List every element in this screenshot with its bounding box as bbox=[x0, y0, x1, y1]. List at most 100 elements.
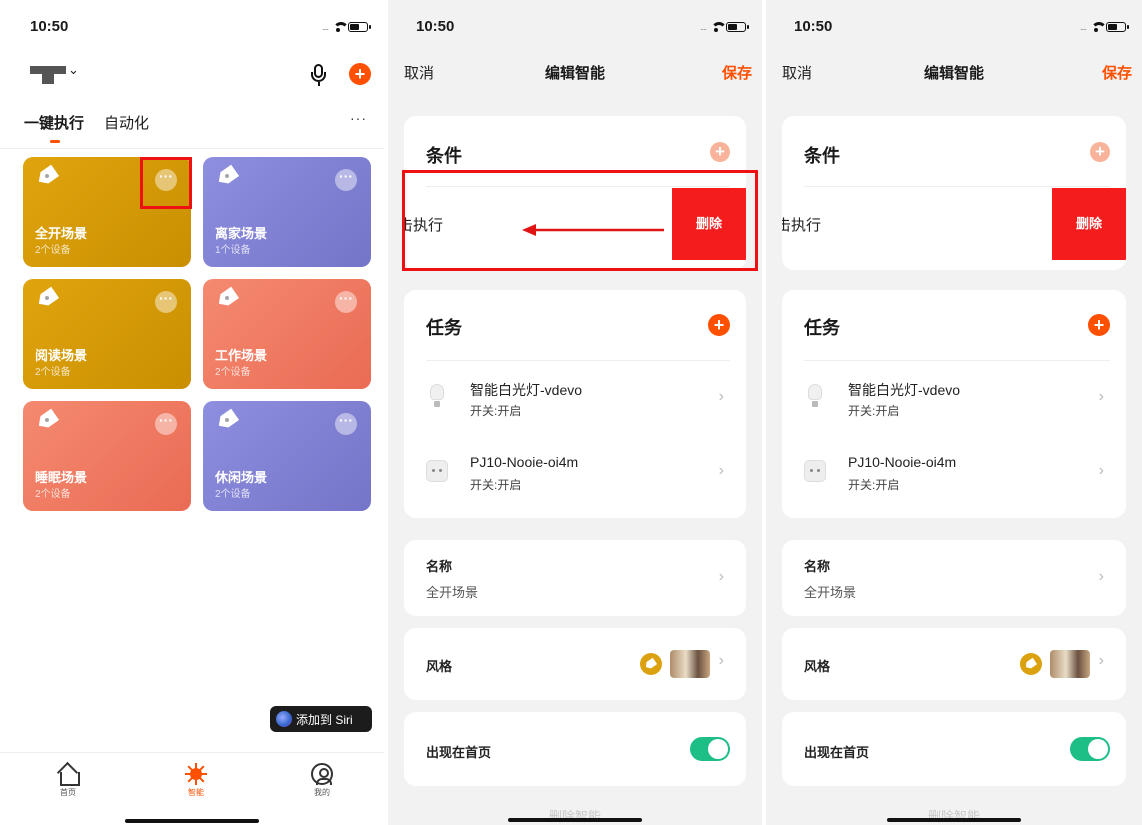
status-time: 10:50 bbox=[30, 18, 69, 35]
wifi-icon bbox=[710, 22, 727, 32]
more-icon[interactable]: ··· bbox=[335, 291, 357, 313]
delete-button[interactable]: 删除 bbox=[1052, 188, 1126, 260]
task-row[interactable]: 智能白光灯-vdevo 开关:开启 › bbox=[782, 362, 1126, 436]
show-on-home-row: 出现在首页 bbox=[782, 712, 1126, 786]
tag-icon bbox=[1020, 653, 1042, 675]
edit-smart-screen: 10:50 .... 取消 编辑智能 保存 条件 + 击执行 删除 任务 + 智… bbox=[766, 0, 1142, 825]
chevron-down-icon: ⌄ bbox=[68, 62, 79, 77]
save-button[interactable]: 保存 bbox=[1102, 62, 1132, 83]
tabbar-item-home[interactable]: 首页 bbox=[48, 763, 88, 798]
wifi-icon bbox=[332, 22, 349, 32]
divider bbox=[804, 360, 1110, 361]
tabbar-item-profile[interactable]: 我的 bbox=[302, 763, 342, 798]
save-button[interactable]: 保存 bbox=[722, 62, 752, 83]
tab-one-tap[interactable]: 一键执行 bbox=[24, 112, 84, 143]
wifi-icon bbox=[1090, 22, 1107, 32]
add-task-button[interactable]: + bbox=[708, 314, 730, 336]
scene-tabs: 一键执行 自动化 bbox=[24, 112, 149, 143]
name-label: 名称 bbox=[426, 559, 453, 574]
task-row[interactable]: PJ10-Nooie-oi4m 开关:开启 › bbox=[782, 436, 1126, 510]
scene-device-count: 2个设备 bbox=[35, 367, 71, 378]
task-device-name: PJ10-Nooie-oi4m bbox=[470, 454, 579, 470]
plug-icon bbox=[804, 460, 826, 482]
delete-smart-button[interactable]: 删除智能 bbox=[766, 806, 1142, 825]
name-label: 名称 bbox=[804, 559, 831, 574]
style-thumbnail bbox=[670, 650, 710, 678]
scene-device-count: 2个设备 bbox=[35, 489, 71, 500]
scene-name: 全开场景 bbox=[35, 226, 88, 241]
scene-device-count: 2个设备 bbox=[215, 367, 251, 378]
add-condition-button[interactable]: + bbox=[1090, 142, 1110, 162]
home-indicator bbox=[125, 819, 259, 823]
scene-name: 工作场景 bbox=[215, 348, 268, 363]
siri-label: 添加到 Siri bbox=[296, 712, 353, 727]
status-bar: 10:50 .... bbox=[0, 18, 384, 40]
style-row[interactable]: 风格 › bbox=[404, 628, 746, 700]
mic-icon[interactable] bbox=[306, 62, 332, 88]
tasks-title: 任务 bbox=[426, 318, 462, 338]
edit-smart-screen: 10:50 .... 取消 编辑智能 保存 条件 + 击执行 删除 任务 + 智… bbox=[388, 0, 762, 825]
style-label: 风格 bbox=[426, 659, 453, 674]
nav-bar: 取消 编辑智能 保存 bbox=[766, 62, 1142, 86]
status-time: 10:50 bbox=[416, 18, 455, 35]
scene-name: 阅读场景 bbox=[35, 348, 88, 363]
highlight-box bbox=[140, 157, 192, 209]
smart-list-screen: 10:50 .... ⌄ + 一键执行 自动化 ··· ··· 全开场景 2个设… bbox=[0, 0, 384, 825]
task-action: 开关:开启 bbox=[470, 404, 522, 418]
task-row[interactable]: PJ10-Nooie-oi4m 开关:开启 › bbox=[404, 436, 746, 510]
show-on-home-toggle[interactable] bbox=[1070, 737, 1110, 761]
bulb-icon bbox=[426, 384, 448, 410]
tabbar-label: 首页 bbox=[60, 788, 76, 797]
style-label: 风格 bbox=[804, 659, 831, 674]
add-condition-button[interactable]: + bbox=[710, 142, 730, 162]
tab-bar: 首页 智能 我的 bbox=[0, 752, 384, 825]
condition-row[interactable]: 击执行 删除 bbox=[782, 188, 1126, 260]
task-device-name: PJ10-Nooie-oi4m bbox=[848, 454, 957, 470]
smart-icon bbox=[185, 763, 207, 785]
tasks-card: 任务 + 智能白光灯-vdevo 开关:开启 › PJ10-Nooie-oi4m… bbox=[404, 290, 746, 518]
battery-icon bbox=[726, 22, 749, 32]
tabbar-item-smart[interactable]: 智能 bbox=[176, 763, 216, 798]
scene-card[interactable]: ··· 阅读场景 2个设备 bbox=[23, 279, 191, 389]
home-selector[interactable]: ⌄ bbox=[30, 62, 82, 88]
conditions-title: 条件 bbox=[804, 146, 840, 166]
chevron-right-icon: › bbox=[718, 388, 724, 405]
battery-icon bbox=[348, 22, 371, 32]
scene-card[interactable]: ··· 离家场景 1个设备 bbox=[203, 157, 371, 267]
task-action: 开关:开启 bbox=[848, 404, 900, 418]
show-on-home-label: 出现在首页 bbox=[426, 745, 492, 760]
style-row[interactable]: 风格 › bbox=[782, 628, 1126, 700]
highlight-box bbox=[402, 170, 758, 271]
more-icon[interactable]: ··· bbox=[335, 169, 357, 191]
task-device-name: 智能白光灯-vdevo bbox=[470, 382, 583, 398]
add-to-siri-button[interactable]: 添加到 Siri bbox=[270, 706, 372, 732]
scene-card[interactable]: ··· 工作场景 2个设备 bbox=[203, 279, 371, 389]
tab-automation[interactable]: 自动化 bbox=[104, 112, 149, 133]
task-device-name: 智能白光灯-vdevo bbox=[848, 382, 961, 398]
style-thumbnail bbox=[1050, 650, 1090, 678]
profile-icon bbox=[311, 763, 333, 785]
divider bbox=[0, 148, 384, 149]
chevron-right-icon: › bbox=[1098, 388, 1104, 405]
more-icon[interactable]: ··· bbox=[335, 413, 357, 435]
home-indicator bbox=[508, 818, 642, 822]
scene-card[interactable]: ··· 休闲场景 2个设备 bbox=[203, 401, 371, 511]
siri-icon bbox=[276, 711, 292, 727]
more-icon[interactable]: ··· bbox=[350, 110, 367, 126]
conditions-title: 条件 bbox=[426, 146, 462, 166]
name-row[interactable]: 名称 全开场景 › bbox=[404, 540, 746, 616]
add-task-button[interactable]: + bbox=[1088, 314, 1110, 336]
chevron-right-icon: › bbox=[718, 462, 724, 479]
tasks-title: 任务 bbox=[804, 318, 840, 338]
scene-card[interactable]: ··· 睡眠场景 2个设备 bbox=[23, 401, 191, 511]
show-on-home-toggle[interactable] bbox=[690, 737, 730, 761]
task-row[interactable]: 智能白光灯-vdevo 开关:开启 › bbox=[404, 362, 746, 436]
more-icon[interactable]: ··· bbox=[155, 413, 177, 435]
condition-label: 击执行 bbox=[782, 217, 822, 234]
delete-smart-button[interactable]: 删除智能 bbox=[388, 806, 762, 825]
scene-name: 离家场景 bbox=[215, 226, 268, 241]
name-row[interactable]: 名称 全开场景 › bbox=[782, 540, 1126, 616]
more-icon[interactable]: ··· bbox=[155, 291, 177, 313]
bulb-icon bbox=[804, 384, 826, 410]
add-scene-button[interactable]: + bbox=[349, 63, 371, 85]
